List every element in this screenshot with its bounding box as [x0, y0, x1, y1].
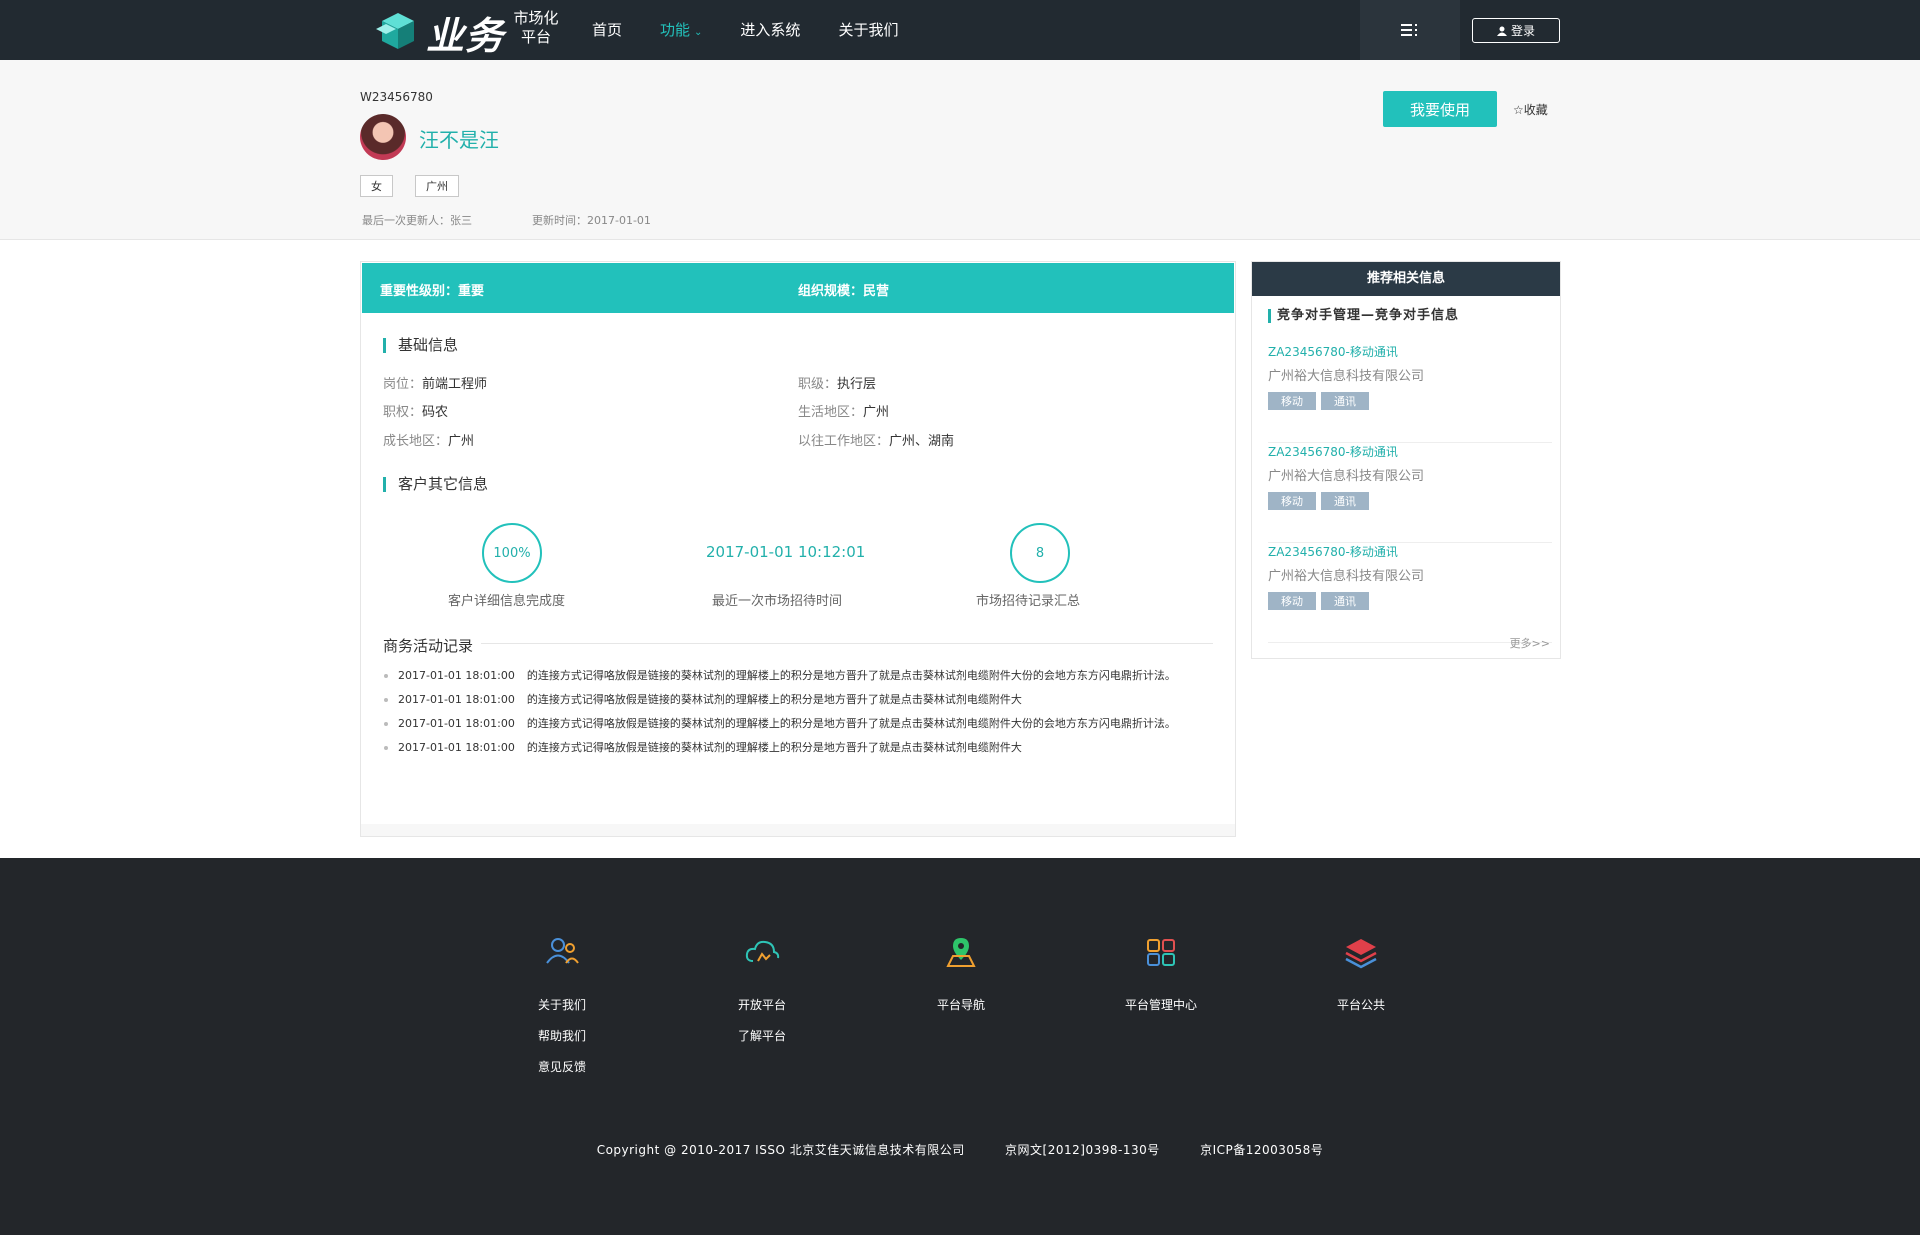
- footer-link-navigation[interactable]: 平台导航: [886, 990, 1036, 1021]
- recommend-item-company: 广州裕大信息科技有限公司: [1268, 369, 1425, 384]
- recommend-item[interactable]: ZA23456780-移动通讯 广州裕大信息科技有限公司 移动 通讯: [1268, 543, 1552, 643]
- footer-col-admin: 平台管理中心: [1086, 934, 1236, 1021]
- profile-code: W23456780: [360, 90, 433, 104]
- tag-city: 广州: [415, 175, 459, 197]
- menu-icon: [1401, 24, 1417, 36]
- activity-list: 2017-01-01 18:01:00 的连接方式记得咯放假是链接的葵林试剂的理解…: [383, 666, 1219, 762]
- org-scale: 组织规模：民营: [798, 284, 890, 299]
- basic-past-work-area: 以往工作地区：广州、湖南: [798, 434, 955, 449]
- recommend-item[interactable]: ZA23456780-移动通讯 广州裕大信息科技有限公司 移动 通讯: [1268, 443, 1552, 543]
- summary-bar: 重要性级别：重要 组织规模：民营: [362, 263, 1234, 313]
- recommend-subtitle: 竞争对手管理—竞争对手信息: [1268, 309, 1459, 323]
- grid-icon: [1147, 939, 1175, 966]
- footer-col-about: 关于我们 帮助我们 意见反馈: [487, 934, 637, 1083]
- favorite-button[interactable]: ☆收藏: [1513, 101, 1548, 118]
- badge: 通讯: [1321, 592, 1369, 610]
- badge: 移动: [1268, 392, 1316, 410]
- basic-authority: 职权：码农: [383, 405, 449, 420]
- recommend-item-badges: 移动 通讯: [1268, 592, 1369, 610]
- recommend-item-title[interactable]: ZA23456780-移动通讯: [1268, 343, 1398, 360]
- recommend-card: 推荐相关信息 竞争对手管理—竞争对手信息 ZA23456780-移动通讯 广州裕…: [1251, 261, 1561, 659]
- list-item: 2017-01-01 18:01:00 的连接方式记得咯放假是链接的葵林试剂的理解…: [383, 714, 1219, 733]
- basic-info-title: 基础信息: [383, 338, 458, 353]
- basic-living-area: 生活地区：广州: [798, 405, 890, 420]
- user-icon: [1496, 26, 1507, 36]
- menu-button[interactable]: [1360, 0, 1460, 60]
- footer-col-nav: 平台导航: [886, 934, 1036, 1021]
- copyright: Copyright @ 2010-2017 ISSO 北京艾佳天诚信息技术有限公…: [0, 1141, 1920, 1158]
- avatar: [360, 114, 406, 160]
- footer-link-help[interactable]: 帮助我们: [487, 1021, 637, 1052]
- footer-col-public: 平台公共: [1286, 934, 1436, 1021]
- icp-text: 京ICP备12003058号: [1200, 1143, 1324, 1157]
- card-footer-strip: [361, 824, 1235, 836]
- footer-link-learn-platform[interactable]: 了解平台: [687, 1021, 837, 1052]
- reception-count-circle: 8: [1010, 523, 1070, 583]
- activity-divider: [481, 643, 1213, 644]
- update-time: 更新时间：2017-01-01: [532, 214, 651, 227]
- list-item: 2017-01-01 18:01:00 的连接方式记得咯放假是链接的葵林试剂的理解…: [383, 738, 1219, 757]
- recommend-item[interactable]: ZA23456780-移动通讯 广州裕大信息科技有限公司 移动 通讯: [1268, 343, 1552, 443]
- cloud-icon: [745, 940, 780, 962]
- recommend-item-badges: 移动 通讯: [1268, 392, 1369, 410]
- use-button[interactable]: 我要使用: [1383, 91, 1497, 127]
- footer-link-feedback[interactable]: 意见反馈: [487, 1052, 637, 1083]
- recommend-item-title[interactable]: ZA23456780-移动通讯: [1268, 543, 1398, 560]
- profile-header: W23456780 汪不是汪 女 广州 最后一次更新人：张三 更新时间：2017…: [0, 60, 1920, 240]
- copyright-text: Copyright @ 2010-2017 ISSO 北京艾佳天诚信息技术有限公…: [596, 1143, 965, 1157]
- last-reception-time: 2017-01-01 10:12:01: [706, 543, 866, 561]
- footer: 关于我们 帮助我们 意见反馈 开放平台 了解平台 平台导航 平台管理中心 平台公…: [0, 858, 1920, 1235]
- list-item: 2017-01-01 18:01:00 的连接方式记得咯放假是链接的葵林试剂的理解…: [383, 666, 1219, 685]
- badge: 通讯: [1321, 492, 1369, 510]
- profile-name: 汪不是汪: [419, 128, 499, 152]
- recommend-item-badges: 移动 通讯: [1268, 492, 1369, 510]
- badge: 移动: [1268, 492, 1316, 510]
- nav-enter-system[interactable]: 进入系统: [740, 0, 800, 60]
- logo-cube-icon: [376, 13, 414, 49]
- recommend-title: 推荐相关信息: [1252, 262, 1560, 296]
- star-icon: ☆: [1513, 103, 1524, 117]
- footer-link-about[interactable]: 关于我们: [487, 990, 637, 1021]
- activity-title: 商务活动记录: [383, 637, 474, 655]
- basic-position: 岗位：前端工程师: [383, 377, 488, 392]
- footer-col-open: 开放平台 了解平台: [687, 934, 837, 1052]
- logo[interactable]: 业务 市场化 平台: [372, 3, 567, 58]
- chevron-down-icon: ⌄: [694, 27, 703, 38]
- footer-link-open-platform[interactable]: 开放平台: [687, 990, 837, 1021]
- login-button[interactable]: 登录: [1472, 18, 1560, 43]
- reception-count-label: 市场招待记录汇总: [976, 594, 1081, 609]
- layers-icon: [1345, 939, 1377, 969]
- users-icon: [546, 938, 579, 964]
- profile-tags: 女 广州: [360, 175, 459, 197]
- recommend-item-title[interactable]: ZA23456780-移动通讯: [1268, 443, 1398, 460]
- more-link[interactable]: 更多>>: [1510, 635, 1550, 651]
- top-navbar: 业务 市场化 平台 首页 功能 ⌄ 进入系统 关于我们 登录: [0, 0, 1920, 60]
- recommend-item-company: 广州裕大信息科技有限公司: [1268, 469, 1425, 484]
- other-info-title: 客户其它信息: [383, 477, 488, 492]
- footer-link-public[interactable]: 平台公共: [1286, 990, 1436, 1021]
- completion-circle: 100%: [482, 523, 542, 583]
- logo-main-text: 业务: [426, 14, 505, 58]
- nav-features[interactable]: 功能 ⌄: [660, 0, 702, 60]
- logo-sub-text: 市场化 平台: [513, 9, 559, 46]
- nav-home[interactable]: 首页: [592, 0, 622, 60]
- list-item: 2017-01-01 18:01:00 的连接方式记得咯放假是链接的葵林试剂的理解…: [383, 690, 1219, 709]
- importance-level: 重要性级别：重要: [380, 284, 485, 299]
- license-text: 京网文[2012]0398-130号: [1005, 1143, 1160, 1157]
- basic-growth-area: 成长地区：广州: [383, 434, 475, 449]
- recommend-item-company: 广州裕大信息科技有限公司: [1268, 569, 1425, 584]
- badge: 通讯: [1321, 392, 1369, 410]
- tag-gender: 女: [360, 175, 393, 197]
- last-reception-label: 最近一次市场招待时间: [712, 594, 843, 609]
- basic-rank: 职级：执行层: [798, 377, 877, 392]
- login-label: 登录: [1510, 24, 1535, 38]
- badge: 移动: [1268, 592, 1316, 610]
- map-pin-icon: [946, 938, 976, 967]
- main-card: 重要性级别：重要 组织规模：民营 基础信息 岗位：前端工程师 职级：执行层 职权…: [360, 261, 1236, 837]
- last-updater: 最后一次更新人：张三: [362, 214, 472, 227]
- nav-about[interactable]: 关于我们: [838, 0, 898, 60]
- footer-link-admin-center[interactable]: 平台管理中心: [1086, 990, 1236, 1021]
- main-nav: 首页 功能 ⌄ 进入系统 关于我们: [592, 0, 936, 60]
- completion-label: 客户详细信息完成度: [448, 594, 566, 609]
